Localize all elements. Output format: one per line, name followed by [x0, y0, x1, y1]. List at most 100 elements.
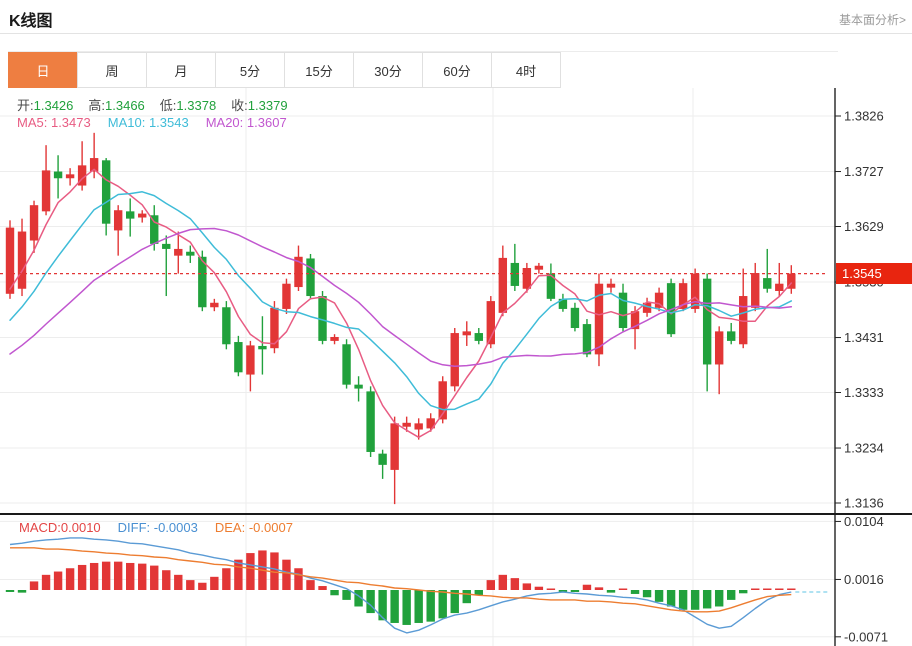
macd-bar — [715, 590, 723, 606]
macd-bar — [330, 590, 338, 595]
candle-body — [607, 284, 615, 288]
tab-day[interactable]: 日 — [8, 52, 78, 88]
candle-body — [330, 337, 338, 341]
y-tick-label: 1.3629 — [844, 219, 884, 234]
macd-bar — [751, 589, 759, 591]
macd-bar — [667, 590, 675, 606]
macd-bar — [691, 590, 699, 610]
macd-y-axis: 0.01040.0016-0.0071 — [835, 515, 888, 646]
candle-body — [150, 215, 158, 244]
tab-5min[interactable]: 5分 — [215, 52, 285, 88]
macd-bar — [66, 568, 74, 590]
page-title: K线图 — [9, 7, 53, 31]
macd-bar — [547, 589, 555, 591]
candle-body — [258, 346, 266, 349]
macd-bar — [6, 590, 14, 592]
macd-bar — [138, 564, 146, 590]
candle-body — [282, 284, 290, 309]
candle-body — [342, 344, 350, 384]
candle-body — [583, 324, 591, 354]
macd-bar — [703, 590, 711, 608]
macd-bar — [102, 562, 110, 590]
y-tick-label: 0.0104 — [844, 515, 884, 529]
macd-bar — [114, 562, 122, 590]
candle-body — [378, 454, 386, 465]
candle-body — [354, 385, 362, 389]
macd-bar — [78, 565, 86, 590]
candle-body — [102, 160, 110, 223]
candle-body — [138, 214, 146, 218]
candle-body — [234, 342, 242, 372]
macd-bar — [427, 590, 435, 622]
current-price-tag: 1.3545 — [836, 263, 912, 284]
macd-bar — [595, 587, 603, 590]
macd-bar — [607, 590, 615, 593]
macd-bar — [571, 590, 579, 592]
candle-body — [222, 307, 230, 344]
candle-body — [775, 284, 783, 291]
macd-bar — [90, 563, 98, 590]
macd-bar — [655, 590, 663, 602]
candle-body — [18, 232, 26, 289]
candle-body — [246, 345, 254, 374]
macd-bar — [30, 581, 38, 590]
macd-bar — [402, 590, 410, 625]
candle-body — [402, 423, 410, 427]
candle-body — [186, 252, 194, 256]
y-tick-label: 1.3727 — [844, 164, 884, 179]
macd-bar — [787, 589, 795, 591]
candle-body — [54, 172, 62, 179]
candle-body — [366, 391, 374, 452]
macd-bar — [378, 590, 386, 620]
macd-bar — [727, 590, 735, 600]
macd-bar — [162, 570, 170, 590]
macd-bar — [174, 575, 182, 590]
candle-body — [571, 308, 579, 328]
candle-body — [390, 423, 398, 470]
macd-bar — [414, 590, 422, 623]
candle-body — [451, 333, 459, 386]
macd-bar — [186, 580, 194, 590]
candle-body — [42, 170, 50, 211]
tab-60min[interactable]: 60分 — [422, 52, 492, 88]
candle-body — [475, 333, 483, 341]
macd-bar — [342, 590, 350, 600]
tab-month[interactable]: 月 — [146, 52, 216, 88]
macd-bar — [523, 583, 531, 590]
macd-bar — [763, 589, 771, 591]
macd-bar — [739, 590, 747, 593]
macd-bar — [583, 585, 591, 590]
candle-body — [751, 273, 759, 308]
candle-body — [210, 303, 218, 307]
candle-body — [126, 211, 134, 218]
y-tick-label: 1.3136 — [844, 496, 884, 511]
candle-body — [306, 258, 314, 296]
y-tick-label: 1.3431 — [844, 330, 884, 345]
macd-bar — [643, 590, 651, 597]
macd-bar — [210, 577, 218, 590]
macd-bar — [499, 575, 507, 590]
tab-30min[interactable]: 30分 — [353, 52, 423, 88]
tab-week[interactable]: 周 — [77, 52, 147, 88]
tab-4hour[interactable]: 4时 — [491, 52, 561, 88]
y-tick-label: 1.3234 — [844, 441, 884, 456]
kline-chart: 1.38261.37271.36291.35301.34311.33331.32… — [0, 88, 912, 515]
main-y-axis: 1.38261.37271.36291.35301.34311.33331.32… — [835, 88, 884, 515]
y-tick-label: 0.0016 — [844, 572, 884, 587]
candle-body — [535, 266, 543, 270]
candle-body — [30, 205, 38, 240]
fundamental-analysis-link[interactable]: 基本面分析> — [839, 11, 906, 28]
candle-body — [499, 258, 507, 313]
macd-bar — [246, 553, 254, 590]
tab-15min[interactable]: 15分 — [284, 52, 354, 88]
macd-bar — [198, 583, 206, 590]
macd-bar — [318, 586, 326, 590]
macd-bar — [126, 563, 134, 590]
macd-bar — [390, 590, 398, 623]
macd-bar — [306, 580, 314, 590]
candle-body — [270, 308, 278, 348]
y-tick-label: 1.3333 — [844, 385, 884, 400]
candle-body — [174, 249, 182, 256]
macd-bar — [535, 587, 543, 590]
candle-body — [715, 331, 723, 364]
